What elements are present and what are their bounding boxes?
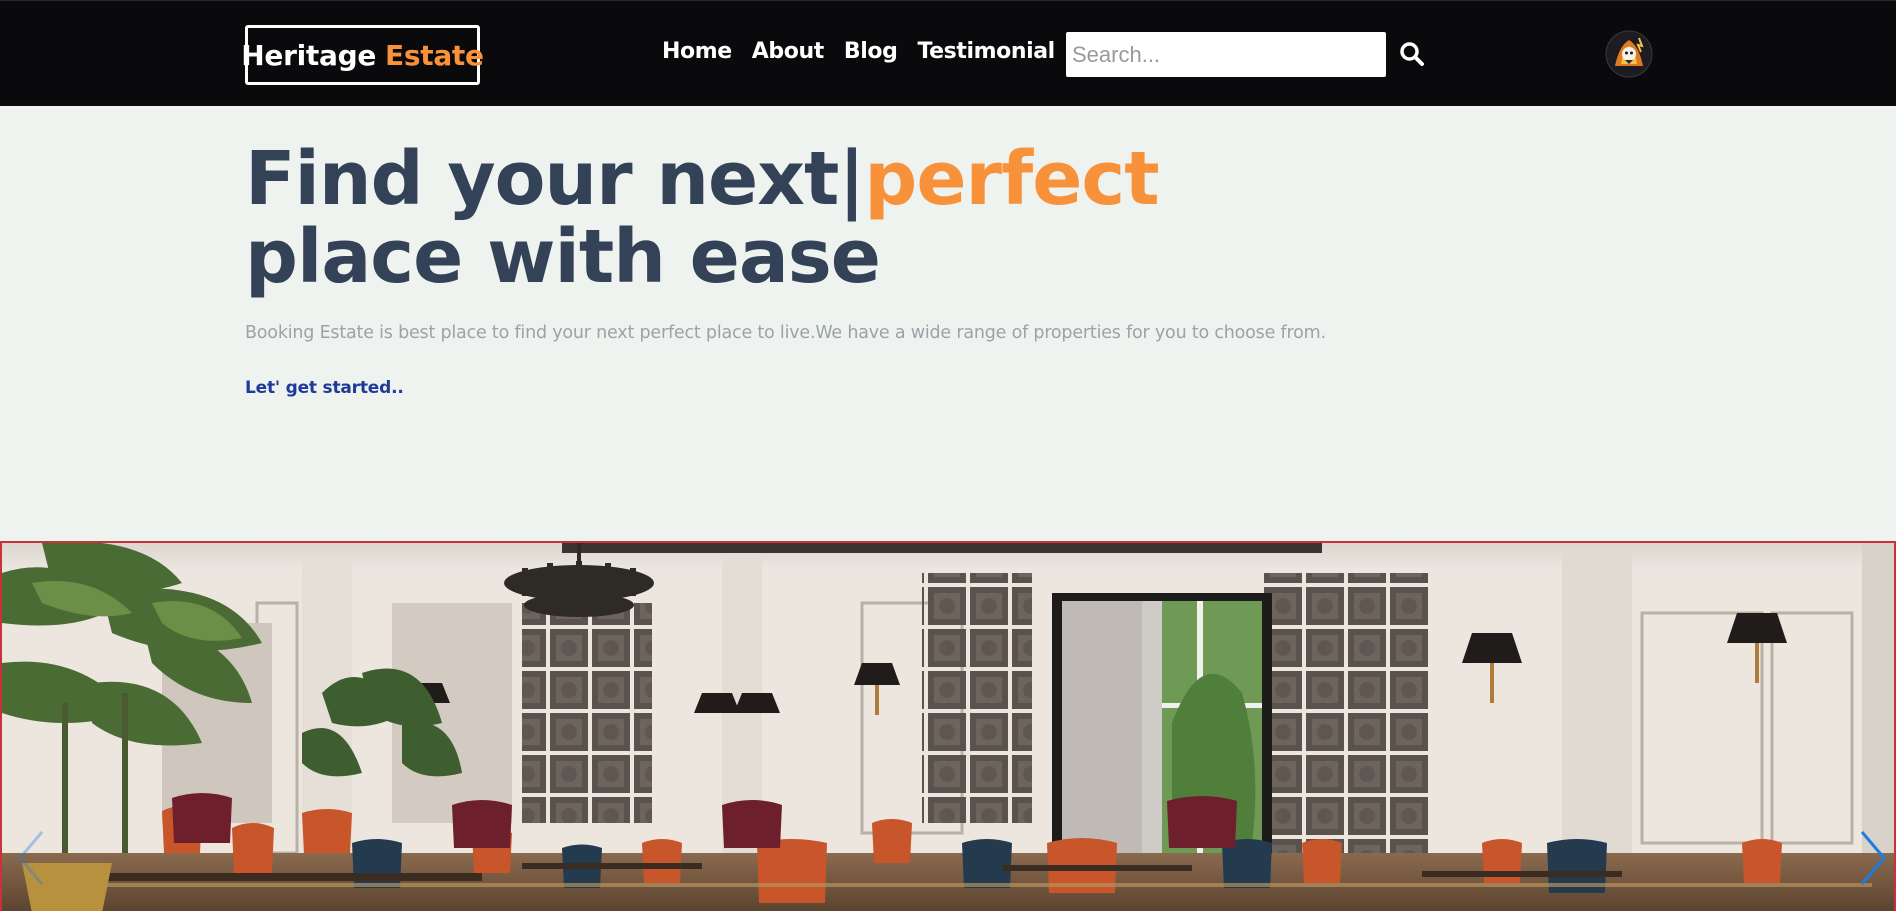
hero-title-accent: perfect (864, 136, 1159, 222)
chevron-right-icon (1860, 831, 1886, 885)
logo-text-main: Heritage (241, 38, 377, 72)
logo-text-accent: Estate (385, 38, 484, 72)
hero-title: Find your next|perfect place with ease (245, 140, 1160, 296)
carousel-prev-button[interactable] (14, 828, 50, 888)
avatar[interactable] (1605, 30, 1653, 78)
nav-link-testimonial[interactable]: Testimonial (917, 39, 1055, 64)
chevron-left-icon (18, 831, 44, 885)
hero-title-part2: place with ease (245, 214, 881, 300)
restaurant-interior-photo (2, 543, 1894, 911)
avatar-icon (1605, 30, 1653, 78)
nav-link-about[interactable]: About (752, 39, 824, 64)
image-carousel (0, 541, 1896, 911)
get-started-link[interactable]: Let' get started.. (245, 378, 404, 398)
main-nav: Home About Blog Testimonial (662, 39, 1055, 64)
site-logo[interactable]: Heritage Estate (241, 25, 484, 85)
hero-title-part1: Find your next (245, 136, 839, 222)
nav-link-home[interactable]: Home (662, 39, 732, 64)
nav-link-blog[interactable]: Blog (844, 39, 898, 64)
navbar: Heritage Estate Home About Blog Testimon… (0, 0, 1896, 106)
search-icon (1400, 42, 1424, 66)
typing-cursor: | (838, 136, 865, 222)
search-button[interactable] (1398, 41, 1426, 69)
carousel-next-button[interactable] (1854, 828, 1890, 888)
search-input[interactable] (1066, 32, 1386, 77)
hero-subtitle: Booking Estate is best place to find you… (245, 323, 1326, 343)
